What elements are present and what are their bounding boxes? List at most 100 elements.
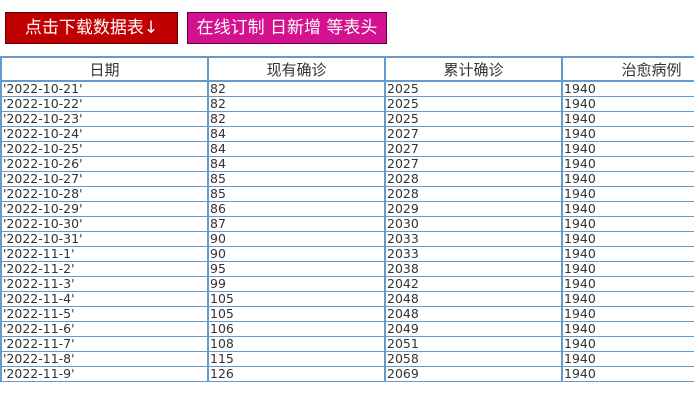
cell-current-confirmed: 85 <box>207 171 386 187</box>
cell-recovered: 1940 <box>561 111 694 127</box>
cell-current-confirmed: 87 <box>207 216 386 232</box>
cell-cumulative-confirmed: 2051 <box>384 336 563 352</box>
cell-recovered: 1940 <box>561 201 694 217</box>
table-row: '2022-10-21' 82 2025 1940 <box>0 80 694 97</box>
cell-recovered: 1940 <box>561 171 694 187</box>
cell-cumulative-confirmed: 2028 <box>384 171 563 187</box>
cell-date: '2022-10-24' <box>0 126 209 142</box>
cell-cumulative-confirmed: 2033 <box>384 246 563 262</box>
cell-recovered: 1940 <box>561 216 694 232</box>
column-header-cumulative-confirmed[interactable]: 累计确诊 <box>384 58 563 82</box>
cell-cumulative-confirmed: 2025 <box>384 96 563 112</box>
cell-current-confirmed: 95 <box>207 261 386 277</box>
cell-current-confirmed: 105 <box>207 291 386 307</box>
cell-date: '2022-11-9' <box>0 366 209 382</box>
cell-recovered: 1940 <box>561 336 694 352</box>
cell-cumulative-confirmed: 2038 <box>384 261 563 277</box>
table-row: '2022-11-9' 126 2069 1940 <box>0 366 694 382</box>
cell-cumulative-confirmed: 2028 <box>384 186 563 202</box>
cell-cumulative-confirmed: 2049 <box>384 321 563 337</box>
cell-date: '2022-11-5' <box>0 306 209 322</box>
cell-date: '2022-10-31' <box>0 231 209 247</box>
table-row: '2022-11-6' 106 2049 1940 <box>0 321 694 337</box>
cell-recovered: 1940 <box>561 366 694 382</box>
cell-current-confirmed: 99 <box>207 276 386 292</box>
cell-date: '2022-10-30' <box>0 216 209 232</box>
cell-cumulative-confirmed: 2048 <box>384 291 563 307</box>
cell-recovered: 1940 <box>561 276 694 292</box>
cell-recovered: 1940 <box>561 306 694 322</box>
table-row: '2022-11-1' 90 2033 1940 <box>0 246 694 262</box>
cell-recovered: 1940 <box>561 141 694 157</box>
cell-cumulative-confirmed: 2069 <box>384 366 563 382</box>
cell-recovered: 1940 <box>561 261 694 277</box>
table-row: '2022-10-24' 84 2027 1940 <box>0 126 694 142</box>
cell-current-confirmed: 84 <box>207 126 386 142</box>
table-row: '2022-10-27' 85 2028 1940 <box>0 171 694 187</box>
cell-date: '2022-10-28' <box>0 186 209 202</box>
cell-current-confirmed: 106 <box>207 321 386 337</box>
cell-current-confirmed: 126 <box>207 366 386 382</box>
cell-cumulative-confirmed: 2027 <box>384 126 563 142</box>
cell-recovered: 1940 <box>561 291 694 307</box>
column-header-current-confirmed[interactable]: 现有确诊 <box>207 58 386 82</box>
table-body: '2022-10-21' 82 2025 1940'2022-10-22' 82 2025… <box>0 80 694 382</box>
cell-current-confirmed: 82 <box>207 96 386 112</box>
cell-date: '2022-10-22' <box>0 96 209 112</box>
table-row: '2022-11-7' 108 2051 1940 <box>0 336 694 352</box>
column-header-recovered[interactable]: 治愈病例 <box>561 58 694 82</box>
table-row: '2022-11-2' 95 2038 1940 <box>0 261 694 277</box>
cell-cumulative-confirmed: 2030 <box>384 216 563 232</box>
table-row: '2022-11-4' 105 2048 1940 <box>0 291 694 307</box>
cell-date: '2022-10-23' <box>0 111 209 127</box>
custom-headers-button[interactable]: 在线订制 日新增 等表头 <box>187 12 387 44</box>
cell-date: '2022-11-1' <box>0 246 209 262</box>
cell-recovered: 1940 <box>561 231 694 247</box>
table-row: '2022-10-30' 87 2030 1940 <box>0 216 694 232</box>
cell-cumulative-confirmed: 2027 <box>384 141 563 157</box>
cell-date: '2022-10-29' <box>0 201 209 217</box>
table-row: '2022-10-28' 85 2028 1940 <box>0 186 694 202</box>
cell-date: '2022-10-27' <box>0 171 209 187</box>
cell-recovered: 1940 <box>561 80 694 97</box>
cell-current-confirmed: 90 <box>207 246 386 262</box>
table-row: '2022-10-23' 82 2025 1940 <box>0 111 694 127</box>
cell-current-confirmed: 108 <box>207 336 386 352</box>
data-table: 日期 现有确诊 累计确诊 治愈病例 '2022-10-21' 82 2025 1940… <box>0 58 694 382</box>
table-row: '2022-10-22' 82 2025 1940 <box>0 96 694 112</box>
cell-recovered: 1940 <box>561 96 694 112</box>
cell-cumulative-confirmed: 2042 <box>384 276 563 292</box>
cell-date: '2022-10-26' <box>0 156 209 172</box>
cell-recovered: 1940 <box>561 186 694 202</box>
cell-date: '2022-11-8' <box>0 351 209 367</box>
cell-date: '2022-10-25' <box>0 141 209 157</box>
cell-recovered: 1940 <box>561 156 694 172</box>
cell-date: '2022-11-2' <box>0 261 209 277</box>
toolbar: 点击下载数据表↓ 在线订制 日新增 等表头 <box>0 0 694 52</box>
data-table-container: 日期 现有确诊 累计确诊 治愈病例 '2022-10-21' 82 2025 1940… <box>0 56 694 414</box>
cell-date: '2022-11-7' <box>0 336 209 352</box>
cell-cumulative-confirmed: 2025 <box>384 80 563 97</box>
cell-current-confirmed: 84 <box>207 141 386 157</box>
table-row: '2022-10-29' 86 2029 1940 <box>0 201 694 217</box>
column-header-date[interactable]: 日期 <box>0 58 209 82</box>
cell-recovered: 1940 <box>561 321 694 337</box>
table-row: '2022-10-31' 90 2033 1940 <box>0 231 694 247</box>
cell-current-confirmed: 105 <box>207 306 386 322</box>
cell-current-confirmed: 85 <box>207 186 386 202</box>
cell-recovered: 1940 <box>561 246 694 262</box>
cell-cumulative-confirmed: 2025 <box>384 111 563 127</box>
cell-cumulative-confirmed: 2033 <box>384 231 563 247</box>
cell-date: '2022-10-21' <box>0 80 209 97</box>
cell-cumulative-confirmed: 2027 <box>384 156 563 172</box>
cell-cumulative-confirmed: 2058 <box>384 351 563 367</box>
download-table-button[interactable]: 点击下载数据表↓ <box>5 12 178 44</box>
cell-current-confirmed: 90 <box>207 231 386 247</box>
cell-recovered: 1940 <box>561 126 694 142</box>
table-row: '2022-10-25' 84 2027 1940 <box>0 141 694 157</box>
table-row: '2022-10-26' 84 2027 1940 <box>0 156 694 172</box>
table-header-row: 日期 现有确诊 累计确诊 治愈病例 <box>0 58 694 82</box>
cell-cumulative-confirmed: 2048 <box>384 306 563 322</box>
cell-current-confirmed: 82 <box>207 111 386 127</box>
cell-date: '2022-11-6' <box>0 321 209 337</box>
